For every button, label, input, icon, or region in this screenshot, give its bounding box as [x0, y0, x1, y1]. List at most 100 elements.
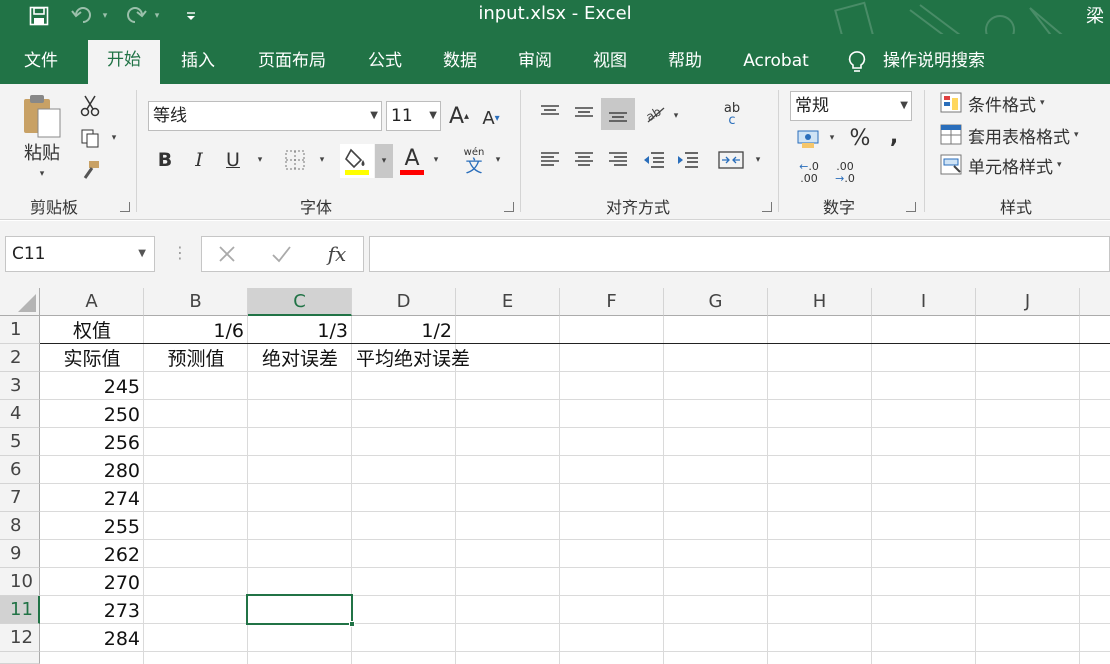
copy-dropdown-icon[interactable]: ▾	[108, 132, 120, 144]
cell-a9[interactable]: 262	[40, 540, 144, 568]
fill-color-dropdown-icon[interactable]: ▾	[375, 144, 393, 178]
row-header-6[interactable]: 6	[0, 456, 40, 484]
cell-c1[interactable]: 1/3	[248, 316, 352, 344]
underline-button[interactable]: U	[220, 146, 246, 174]
row-header-8[interactable]: 8	[0, 512, 40, 540]
accounting-dropdown-icon[interactable]: ▾	[826, 132, 838, 144]
row-header-2[interactable]: 2	[0, 344, 40, 372]
tab-data[interactable]: 数据	[430, 46, 490, 84]
column-header-g[interactable]: G	[664, 288, 768, 316]
column-header-i[interactable]: I	[872, 288, 976, 316]
align-left-icon[interactable]	[536, 146, 564, 174]
paste-dropdown-icon[interactable]: ▾	[36, 168, 48, 180]
font-name-dropdown-icon[interactable]: ▼	[370, 102, 378, 130]
align-middle-icon[interactable]	[570, 98, 598, 126]
number-format-dropdown-icon[interactable]: ▼	[900, 92, 908, 120]
cell-a12[interactable]: 284	[40, 624, 144, 652]
font-color-dropdown-icon[interactable]: ▾	[430, 154, 442, 166]
row-header-1[interactable]: 1	[0, 316, 40, 344]
align-center-icon[interactable]	[570, 146, 598, 174]
tab-formulas[interactable]: 公式	[356, 46, 414, 84]
bold-button[interactable]: B	[152, 146, 178, 174]
row-header-12[interactable]: 12	[0, 624, 40, 652]
row-header-11[interactable]: 11	[0, 596, 40, 624]
select-all-button[interactable]	[0, 288, 40, 316]
decrease-decimal-button[interactable]: .00 →.0	[830, 158, 860, 188]
cell-a2[interactable]: 实际值	[40, 344, 144, 372]
decrease-font-size-button[interactable]: A ▾	[478, 104, 504, 132]
number-launcher-icon[interactable]	[906, 202, 916, 212]
clipboard-launcher-icon[interactable]	[120, 202, 130, 212]
paste-button[interactable]: 粘贴	[18, 140, 66, 164]
cell-a10[interactable]: 270	[40, 568, 144, 596]
borders-icon[interactable]	[280, 146, 310, 174]
conditional-formatting-dropdown-icon[interactable]: ▾	[1040, 98, 1045, 108]
cell-styles-dropdown-icon[interactable]: ▾	[1057, 160, 1062, 170]
format-as-table-button[interactable]: 套用表格格式 ▾	[940, 122, 1110, 148]
fill-handle[interactable]	[349, 621, 355, 627]
row-header-9[interactable]: 9	[0, 540, 40, 568]
tab-insert[interactable]: 插入	[168, 46, 228, 84]
column-header-k[interactable]	[1080, 288, 1110, 316]
cell-a3[interactable]: 245	[40, 372, 144, 400]
insert-function-button[interactable]: fx	[322, 240, 352, 268]
comma-style-button[interactable]: ,	[882, 122, 906, 150]
cell-a7[interactable]: 274	[40, 484, 144, 512]
conditional-formatting-button[interactable]: 条件格式 ▾	[940, 90, 1100, 116]
phonetic-guide-button[interactable]: wén 文	[460, 144, 488, 178]
alignment-launcher-icon[interactable]	[762, 202, 772, 212]
column-header-a[interactable]: A	[40, 288, 144, 316]
column-header-e[interactable]: E	[456, 288, 560, 316]
cut-icon[interactable]	[78, 94, 102, 118]
wrap-text-button[interactable]: ab c	[718, 100, 746, 130]
row-header-5[interactable]: 5	[0, 428, 40, 456]
cell-a6[interactable]: 280	[40, 456, 144, 484]
tell-me-search[interactable]: 操作说明搜索	[874, 46, 994, 84]
cancel-icon[interactable]	[216, 243, 240, 267]
fill-color-icon[interactable]	[340, 144, 374, 178]
font-size-combo[interactable]: 11 ▼	[386, 101, 441, 131]
increase-decimal-button[interactable]: ←.0 .00	[794, 158, 824, 188]
cell-a11[interactable]: 273	[40, 596, 144, 624]
cell-a4[interactable]: 250	[40, 400, 144, 428]
percent-style-button[interactable]: %	[846, 124, 874, 152]
column-header-c[interactable]: C	[248, 288, 352, 316]
tab-home[interactable]: 开始	[88, 40, 160, 84]
tab-help[interactable]: 帮助	[656, 46, 714, 84]
font-launcher-icon[interactable]	[504, 202, 514, 212]
align-top-icon[interactable]	[536, 98, 564, 126]
underline-dropdown-icon[interactable]: ▾	[254, 154, 266, 166]
tab-page-layout[interactable]: 页面布局	[246, 46, 338, 84]
tab-file[interactable]: 文件	[12, 46, 70, 84]
font-color-button[interactable]: A	[398, 144, 426, 178]
phonetic-dropdown-icon[interactable]: ▾	[492, 154, 504, 166]
decrease-indent-icon[interactable]	[640, 146, 668, 174]
column-header-d[interactable]: D	[352, 288, 456, 316]
accounting-format-icon[interactable]	[794, 124, 824, 152]
cell-a8[interactable]: 255	[40, 512, 144, 540]
format-as-table-dropdown-icon[interactable]: ▾	[1074, 130, 1079, 140]
increase-font-size-button[interactable]: A ▴	[446, 102, 472, 130]
formula-input[interactable]	[369, 236, 1110, 272]
paste-icon[interactable]	[18, 92, 66, 140]
font-name-combo[interactable]: 等线 ▼	[148, 101, 382, 131]
cell-a1[interactable]: 权值	[40, 316, 144, 344]
name-box[interactable]: C11 ▼	[5, 236, 155, 272]
format-painter-icon[interactable]	[78, 158, 102, 182]
align-right-icon[interactable]	[604, 146, 632, 174]
row-header-4[interactable]: 4	[0, 400, 40, 428]
column-header-j[interactable]: J	[976, 288, 1080, 316]
orientation-dropdown-icon[interactable]: ▾	[670, 110, 682, 122]
row-header-10[interactable]: 10	[0, 568, 40, 596]
number-format-combo[interactable]: 常规 ▼	[790, 91, 912, 121]
row-header-13[interactable]	[0, 652, 40, 664]
column-header-f[interactable]: F	[560, 288, 664, 316]
cell-d2[interactable]: 平均绝对误差	[352, 344, 512, 372]
formula-bar-grip-icon[interactable]: ⋮	[172, 243, 188, 265]
cell-d1[interactable]: 1/2	[352, 316, 456, 344]
italic-button[interactable]: I	[186, 146, 212, 174]
cell-b1[interactable]: 1/6	[144, 316, 248, 344]
cell-b2[interactable]: 预测值	[144, 344, 248, 372]
cell-c2[interactable]: 绝对误差	[248, 344, 352, 372]
column-header-h[interactable]: H	[768, 288, 872, 316]
